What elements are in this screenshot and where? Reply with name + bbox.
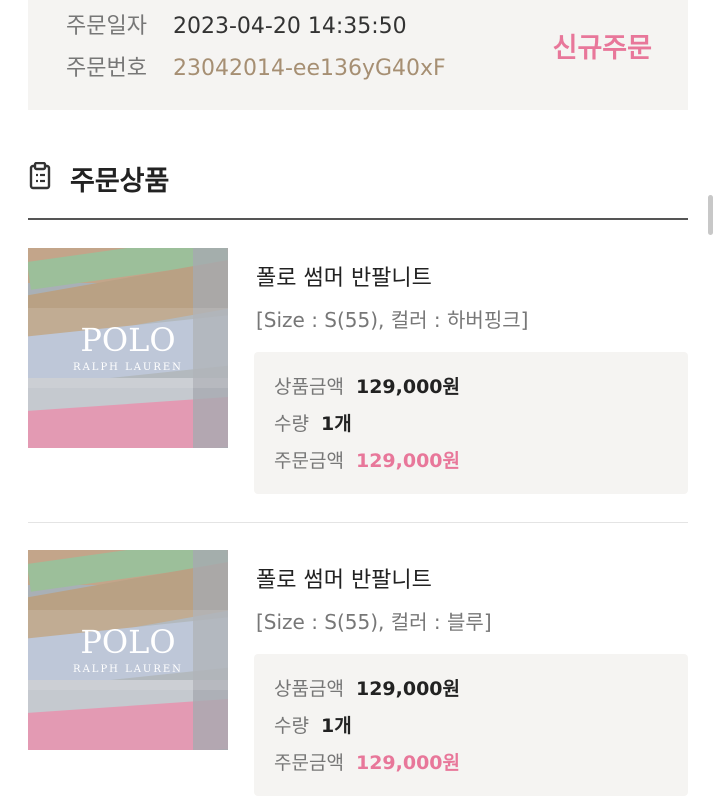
quantity-value: 1개: [321, 715, 352, 737]
total-row: 주문금액 129,000원: [274, 748, 460, 775]
price-summary: 상품금액 129,000원 수량 1개 주문금액 129,000원: [254, 654, 688, 796]
section-title: 주문상품: [70, 165, 170, 197]
product-item[interactable]: POLO RALPH LAUREN 폴로 썸머 반팔니트 [Size : S(5…: [28, 248, 688, 498]
order-info-panel: 주문일자 2023-04-20 14:35:50 주문번호 23042014-e…: [28, 0, 688, 110]
price-label: 상품금액: [274, 678, 344, 700]
item-divider: [28, 522, 688, 523]
order-status-badge: 신규주문: [552, 33, 652, 64]
brand-logo-text: POLO: [80, 623, 175, 661]
price-value: 129,000원: [355, 376, 460, 398]
product-option: [Size : S(55), 컬러 : 블루]: [256, 610, 492, 634]
price-summary: 상품금액 129,000원 수량 1개 주문금액 129,000원: [254, 352, 688, 494]
order-number-row: 주문번호 23042014-ee136yG40xF: [66, 50, 446, 82]
section-divider: [28, 218, 688, 220]
order-date-value: 2023-04-20 14:35:50: [173, 14, 407, 39]
order-date-label: 주문일자: [66, 14, 147, 39]
price-row: 상품금액 129,000원: [274, 674, 460, 701]
price-row: 상품금액 129,000원: [274, 372, 460, 399]
quantity-row: 수량 1개: [274, 409, 352, 436]
clipboard-icon: [28, 161, 52, 194]
total-label: 주문금액: [274, 450, 344, 472]
brand-logo-subtext: RALPH LAUREN: [73, 664, 183, 675]
order-date-row: 주문일자 2023-04-20 14:35:50: [66, 8, 407, 40]
order-number-label: 주문번호: [66, 56, 147, 81]
brand-logo-text: POLO: [80, 321, 175, 359]
total-row: 주문금액 129,000원: [274, 446, 460, 473]
quantity-label: 수량: [274, 715, 309, 737]
quantity-row: 수량 1개: [274, 711, 352, 738]
product-item[interactable]: POLO RALPH LAUREN 폴로 썸머 반팔니트 [Size : S(5…: [28, 550, 688, 796]
total-label: 주문금액: [274, 752, 344, 774]
order-number-value: 23042014-ee136yG40xF: [173, 56, 446, 81]
product-option: [Size : S(55), 컬러 : 하버핑크]: [256, 308, 529, 332]
brand-logo-subtext: RALPH LAUREN: [73, 362, 183, 373]
section-header: 주문상품: [28, 158, 169, 198]
product-image[interactable]: POLO RALPH LAUREN: [28, 550, 228, 750]
quantity-value: 1개: [321, 413, 352, 435]
product-name[interactable]: 폴로 썸머 반팔니트: [256, 562, 432, 594]
price-value: 129,000원: [355, 678, 460, 700]
quantity-label: 수량: [274, 413, 309, 435]
total-value: 129,000원: [355, 752, 460, 774]
total-value: 129,000원: [355, 450, 460, 472]
price-label: 상품금액: [274, 376, 344, 398]
product-name[interactable]: 폴로 썸머 반팔니트: [256, 260, 432, 292]
product-image[interactable]: POLO RALPH LAUREN: [28, 248, 228, 448]
scrollbar[interactable]: [708, 195, 713, 235]
